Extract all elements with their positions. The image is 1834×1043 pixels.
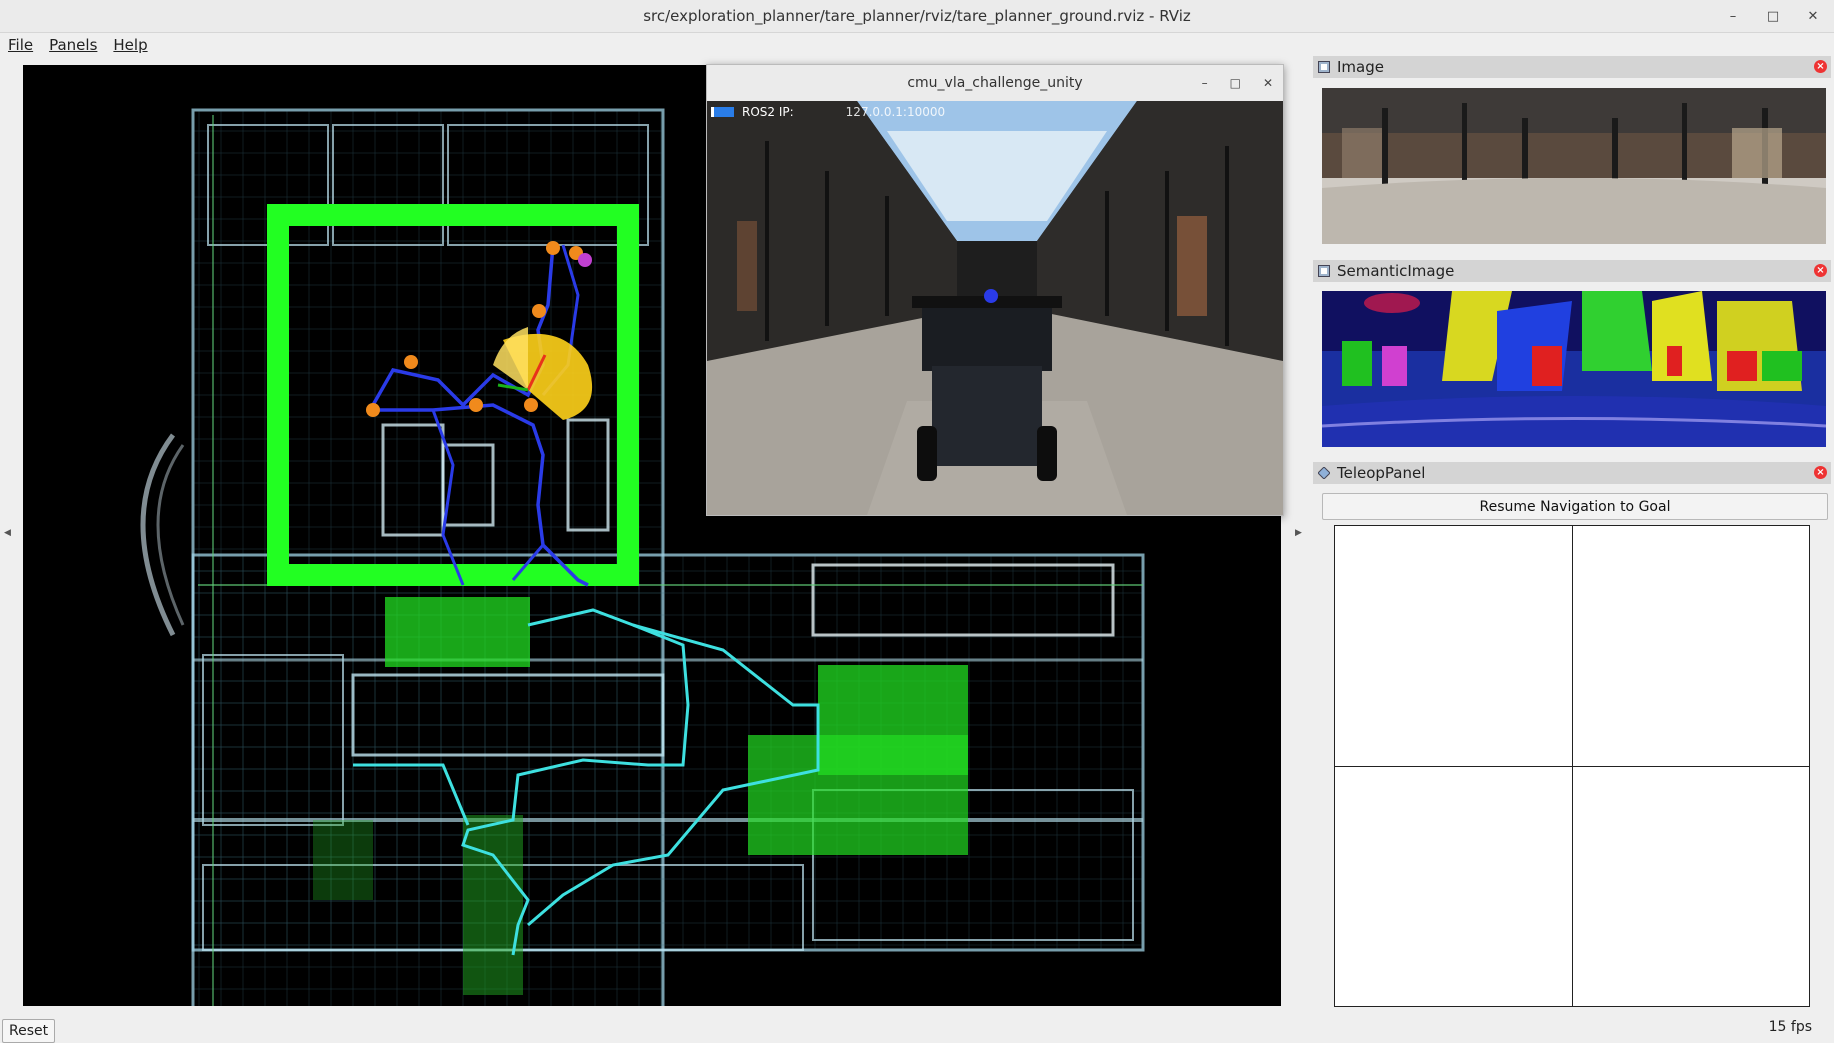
close-icon[interactable]: ✕ <box>1806 9 1820 24</box>
minimize-icon[interactable]: – <box>1726 9 1740 24</box>
teleop-panel-header[interactable]: TeleopPanel × <box>1313 462 1831 484</box>
menu-panels[interactable]: Panels <box>41 36 105 54</box>
teleop-panel-title: TeleopPanel <box>1337 464 1426 482</box>
image-icon <box>1317 60 1331 74</box>
close-icon[interactable]: ✕ <box>1263 76 1273 90</box>
resume-navigation-button[interactable]: Resume Navigation to Goal <box>1322 493 1828 520</box>
panorama-image <box>1322 88 1826 244</box>
unity-titlebar: cmu_vla_challenge_unity – □ ✕ <box>707 65 1283 101</box>
ros-ip-label: ROS2 IP: <box>742 105 794 119</box>
simulation-scene <box>707 101 1283 515</box>
semantic-panorama <box>1322 291 1826 447</box>
window-titlebar: src/exploration_planner/tare_planner/rvi… <box>0 0 1834 33</box>
camera-image <box>1322 88 1826 244</box>
robot-model <box>912 289 1062 481</box>
maximize-icon[interactable]: □ <box>1230 76 1241 90</box>
semantic-image <box>1322 291 1826 447</box>
reset-button[interactable]: Reset <box>2 1019 56 1043</box>
ros-logo-icon <box>711 107 734 117</box>
close-icon[interactable]: × <box>1814 466 1827 479</box>
maximize-icon[interactable]: □ <box>1766 9 1780 24</box>
image-panel-header[interactable]: Image × <box>1313 56 1831 78</box>
menu-panels-label: Panels <box>49 36 98 54</box>
collapse-left-arrow-icon[interactable]: ◀ <box>4 528 11 538</box>
close-icon[interactable]: × <box>1814 60 1827 73</box>
ros-ip-value: 127.0.0.1:10000 <box>845 105 946 119</box>
unity-window[interactable]: cmu_vla_challenge_unity – □ ✕ ROS2 IP: 1… <box>706 64 1284 516</box>
minimize-icon[interactable]: – <box>1202 76 1208 90</box>
collapse-right-arrow-icon[interactable]: ▶ <box>1295 528 1302 538</box>
menu-help-label: Help <box>113 36 148 54</box>
image-icon <box>1317 264 1331 278</box>
semantic-panel-header[interactable]: SemanticImage × <box>1313 260 1831 282</box>
fps-counter: 15 fps <box>1768 1019 1812 1035</box>
menu-file-label: File <box>8 36 34 54</box>
joystick-horizontal-axis <box>1335 766 1809 767</box>
menu-file[interactable]: File <box>0 36 41 54</box>
window-title: src/exploration_planner/tare_planner/rvi… <box>643 7 1191 25</box>
menu-bar: File Panels Help <box>0 33 156 57</box>
close-icon[interactable]: × <box>1814 264 1827 277</box>
menu-help[interactable]: Help <box>105 36 155 54</box>
unity-title: cmu_vla_challenge_unity <box>907 75 1083 91</box>
teleop-joystick-pad[interactable] <box>1334 525 1810 1007</box>
semantic-panel-title: SemanticImage <box>1337 262 1455 280</box>
image-panel-title: Image <box>1337 58 1384 76</box>
diamond-icon <box>1317 466 1331 480</box>
simulation-camera-view: ROS2 IP: 127.0.0.1:10000 <box>707 101 1283 515</box>
ros-ip-overlay: ROS2 IP: 127.0.0.1:10000 <box>711 105 945 119</box>
